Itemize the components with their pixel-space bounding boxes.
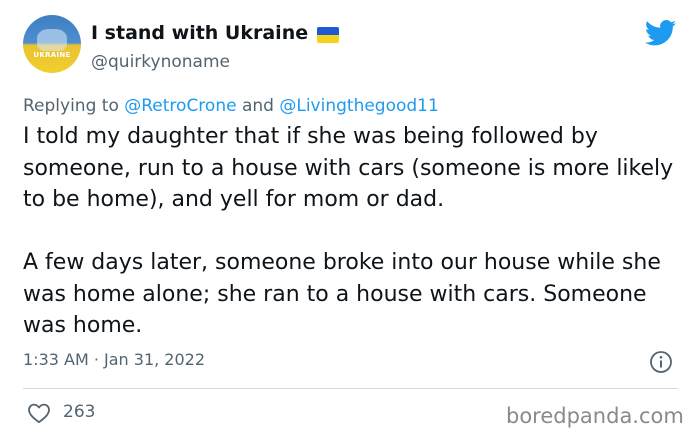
display-name[interactable]: I stand with Ukraine — [91, 22, 308, 44]
mention-link-retrocrone[interactable]: @RetroCrone — [124, 96, 236, 116]
replying-to-conjunction: and — [241, 96, 274, 116]
twitter-bird-icon[interactable] — [645, 20, 677, 46]
tweet-card: UKRAINE I stand with Ukraine @quirkynona… — [0, 0, 700, 442]
avatar[interactable]: UKRAINE — [23, 15, 81, 73]
flag-yellow-stripe — [317, 35, 339, 43]
heart-icon[interactable] — [27, 402, 51, 424]
tweet-paragraph-2: A few days later, someone broke into our… — [23, 250, 661, 338]
ukraine-flag-icon — [317, 27, 339, 43]
replying-to-line: Replying to @RetroCrone and @Livingthego… — [23, 96, 439, 116]
user-handle[interactable]: @quirkynoname — [91, 52, 230, 72]
avatar-hands-graphic — [37, 29, 67, 51]
tweet-body: I told my daughter that if she was being… — [23, 121, 683, 342]
flag-blue-stripe — [317, 27, 339, 35]
mention-link-livingthegood11[interactable]: @Livingthegood11 — [279, 96, 438, 116]
avatar-text: UKRAINE — [33, 51, 71, 59]
boredpanda-watermark: boredpanda.com — [506, 404, 684, 428]
like-count: 263 — [63, 402, 96, 422]
tweet-timestamp[interactable]: 1:33 AM · Jan 31, 2022 — [23, 350, 205, 369]
divider — [23, 388, 678, 389]
info-icon[interactable] — [649, 350, 673, 374]
tweet-paragraph-1: I told my daughter that if she was being… — [23, 124, 674, 212]
replying-to-label: Replying to — [23, 96, 119, 116]
